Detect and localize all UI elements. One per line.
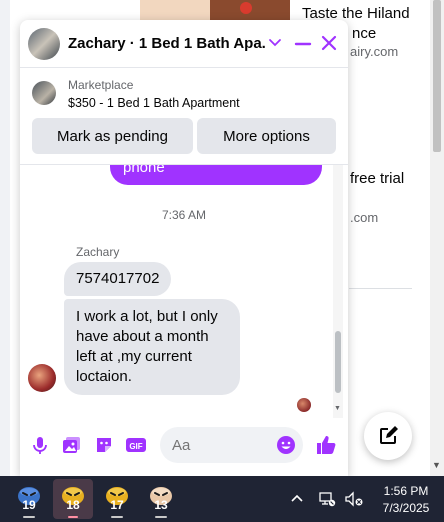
marketplace-listing-row[interactable]: Marketplace $350 - 1 Bed 1 Bath Apartmen… xyxy=(20,69,348,113)
marketplace-label: Marketplace xyxy=(68,78,134,92)
chat-title[interactable]: Zachary · 1 Bed 1 Bath Apa... xyxy=(68,35,266,52)
taskbar-app[interactable]: 18 xyxy=(53,479,93,519)
running-indicator xyxy=(23,516,35,518)
message-timestamp: 7:36 AM xyxy=(161,208,207,222)
ad-image[interactable] xyxy=(140,0,290,22)
gif-icon[interactable]: GIF xyxy=(125,434,147,456)
more-options-button[interactable]: More options xyxy=(197,118,336,154)
messenger-chat-window: Zachary · 1 Bed 1 Bath Apa... Marketplac… xyxy=(20,20,348,476)
sticker-icon[interactable] xyxy=(93,434,115,456)
minimize-icon[interactable] xyxy=(294,34,312,52)
message-thread[interactable]: phone 7:36 AM Zachary 7574017702 I work … xyxy=(20,165,348,418)
compose-icon xyxy=(380,426,398,444)
chevron-down-icon[interactable] xyxy=(268,34,282,52)
thread-scrollbar[interactable]: ▼ xyxy=(333,165,343,418)
running-indicator xyxy=(111,516,123,518)
running-indicator xyxy=(155,516,167,518)
contact-avatar[interactable] xyxy=(28,28,60,60)
taskbar-app[interactable]: 13 xyxy=(141,479,181,519)
app-badge-number: 19 xyxy=(22,498,36,512)
scroll-down-arrow-icon[interactable]: ▼ xyxy=(334,405,341,412)
listing-thumbnail xyxy=(32,81,56,105)
app-badge-number: 13 xyxy=(154,498,168,512)
thumbs-up-icon[interactable] xyxy=(314,433,338,457)
thread-scroll-thumb[interactable] xyxy=(335,331,341,393)
new-message-button[interactable] xyxy=(364,412,412,460)
network-icon[interactable] xyxy=(318,490,336,508)
listing-title: $350 - 1 Bed 1 Bath Apartment xyxy=(68,96,240,110)
clock-date[interactable]: 7/3/2025 xyxy=(374,501,438,515)
ad2-title[interactable]: free trial xyxy=(350,170,404,187)
app-badge-number: 17 xyxy=(110,498,124,512)
windows-taskbar: 19 18 17 13 1:56 PM 7/3/2025 xyxy=(0,476,444,522)
ad2-domain: .com xyxy=(350,210,379,225)
divider xyxy=(349,288,412,289)
incoming-message[interactable]: 7574017702 xyxy=(64,262,172,296)
running-indicator xyxy=(68,516,78,518)
taskbar-app[interactable]: 17 xyxy=(97,479,137,519)
emoji-icon[interactable] xyxy=(276,435,296,455)
seen-indicator-avatar xyxy=(297,398,311,412)
sender-avatar[interactable] xyxy=(28,364,56,392)
volume-muted-icon[interactable] xyxy=(344,490,364,508)
page-left-strip xyxy=(0,0,10,476)
chevron-up-icon[interactable] xyxy=(290,492,304,504)
ad-domain: airy.com xyxy=(350,44,399,59)
mark-as-pending-button[interactable]: Mark as pending xyxy=(32,118,193,154)
scroll-down-arrow-icon[interactable]: ▼ xyxy=(432,460,441,470)
page-scroll-thumb[interactable] xyxy=(433,0,441,152)
clock-time[interactable]: 1:56 PM xyxy=(374,484,438,498)
sender-name: Zachary xyxy=(76,245,120,259)
close-icon[interactable] xyxy=(320,34,338,52)
outgoing-message[interactable]: phone xyxy=(110,165,322,185)
chat-header[interactable]: Zachary · 1 Bed 1 Bath Apa... xyxy=(20,20,348,68)
app-badge-number: 18 xyxy=(66,498,80,512)
microphone-icon[interactable] xyxy=(29,434,51,456)
taskbar-app[interactable]: 19 xyxy=(9,479,49,519)
incoming-message[interactable]: I work a lot, but I only have about a mo… xyxy=(64,299,240,395)
gif-label: GIF xyxy=(129,442,142,451)
message-composer: GIF xyxy=(20,424,348,468)
photo-icon[interactable] xyxy=(61,434,83,456)
